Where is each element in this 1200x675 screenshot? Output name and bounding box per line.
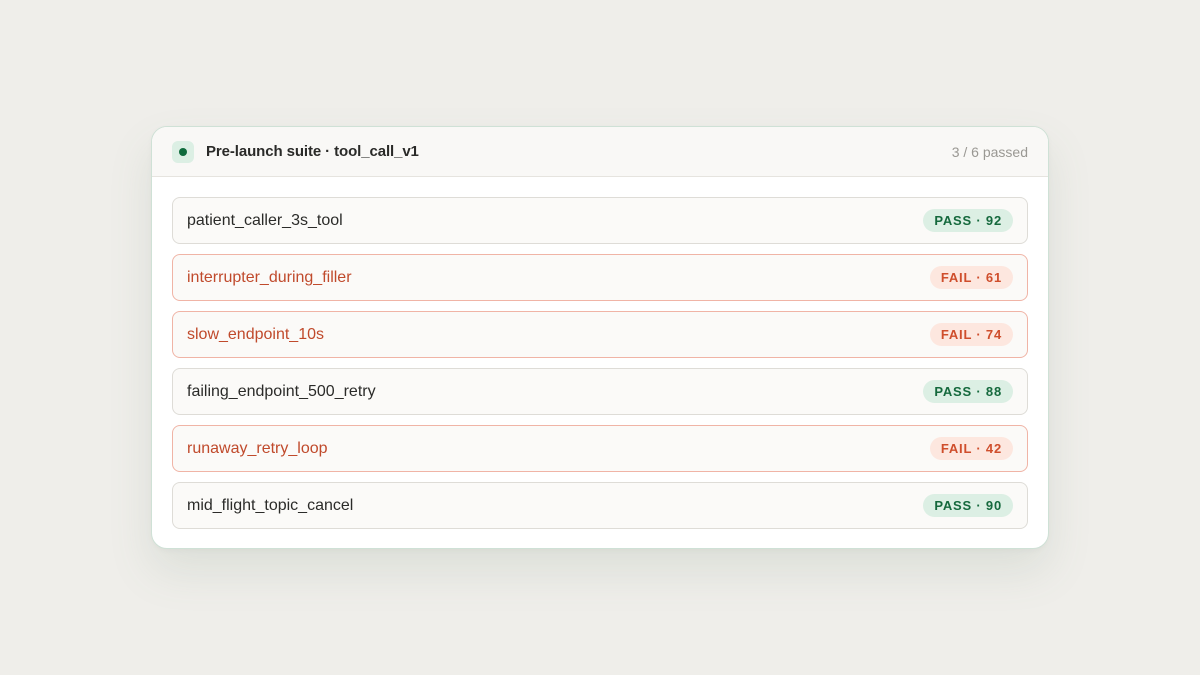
test-row[interactable]: patient_caller_3s_tool PASS · 92: [172, 197, 1028, 244]
status-dot-icon: [172, 140, 194, 163]
test-row[interactable]: mid_flight_topic_cancel PASS · 90: [172, 482, 1028, 529]
status-badge: PASS · 88: [923, 380, 1013, 403]
suite-header: Pre-launch suite · tool_call_v1 3 / 6 pa…: [152, 127, 1048, 177]
status-badge: FAIL · 61: [929, 266, 1013, 289]
suite-summary: 3 / 6 passed: [951, 143, 1028, 160]
test-row[interactable]: interrupter_during_filler FAIL · 61: [172, 254, 1028, 301]
status-badge: PASS · 92: [923, 209, 1013, 232]
test-suite-card: Pre-launch suite · tool_call_v1 3 / 6 pa…: [151, 126, 1049, 549]
test-name: mid_flight_topic_cancel: [187, 496, 354, 514]
test-row[interactable]: failing_endpoint_500_retry PASS · 88: [172, 368, 1028, 415]
status-badge: FAIL · 42: [929, 437, 1013, 460]
status-badge: FAIL · 74: [929, 323, 1013, 346]
test-name: runaway_retry_loop: [187, 439, 328, 457]
test-name: slow_endpoint_10s: [187, 325, 324, 343]
test-row[interactable]: slow_endpoint_10s FAIL · 74: [172, 311, 1028, 358]
test-name: patient_caller_3s_tool: [187, 211, 343, 229]
test-row[interactable]: runaway_retry_loop FAIL · 42: [172, 425, 1028, 472]
status-badge: PASS · 90: [923, 494, 1013, 517]
status-dot: [179, 147, 187, 156]
test-list: patient_caller_3s_tool PASS · 92 interru…: [152, 177, 1048, 529]
test-name: failing_endpoint_500_retry: [187, 382, 376, 400]
test-name: interrupter_during_filler: [187, 268, 352, 286]
suite-title: Pre-launch suite · tool_call_v1: [206, 143, 419, 160]
